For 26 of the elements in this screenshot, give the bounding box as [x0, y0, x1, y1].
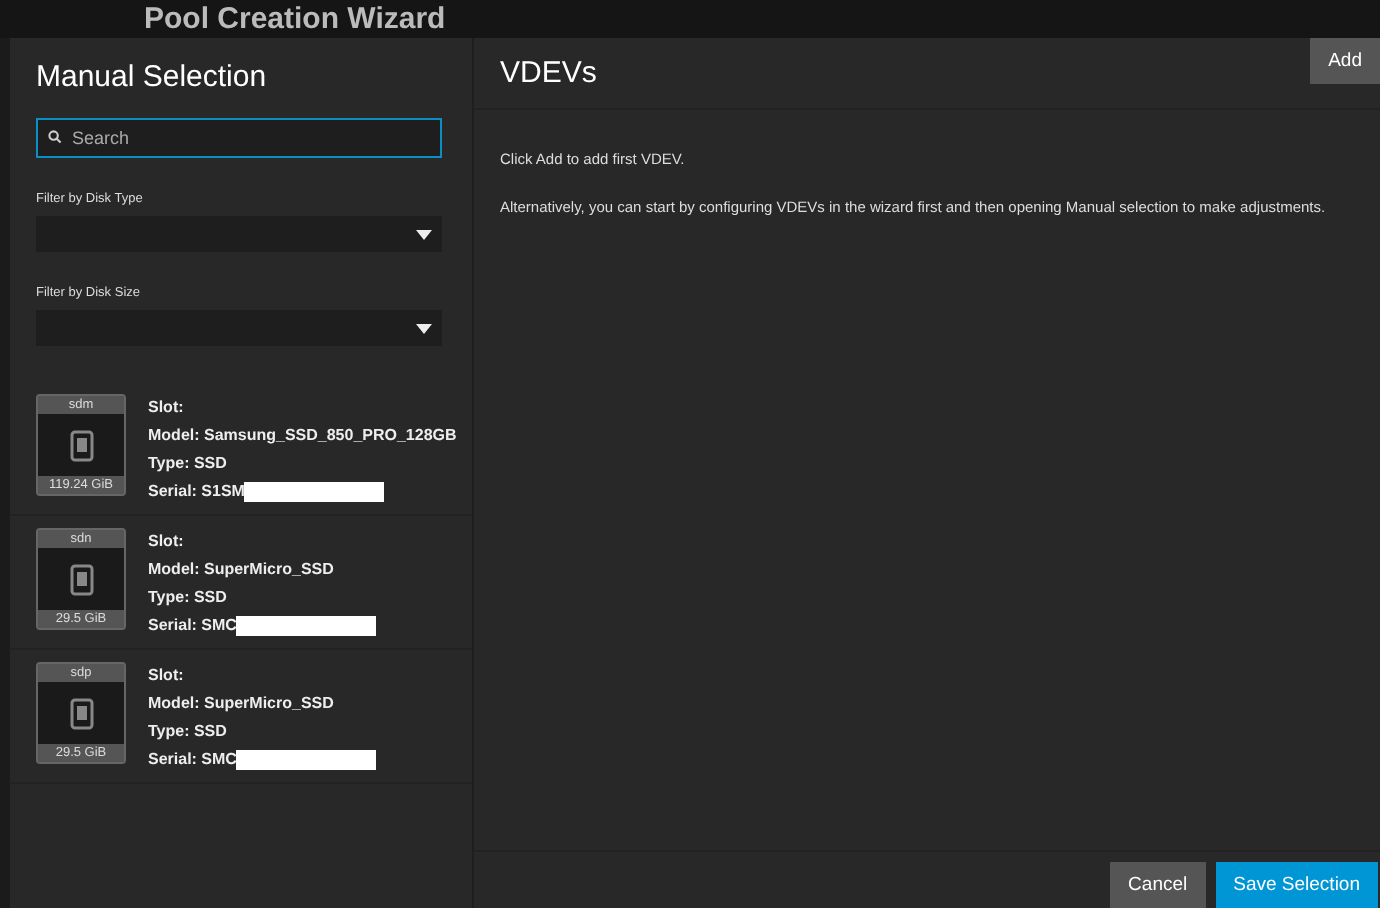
add-button[interactable]: Add: [1310, 38, 1380, 84]
disk-serial: Serial: S1SM: [148, 480, 245, 504]
disk-detail: Type: SSD: [148, 586, 229, 610]
disk-detail: Model: SuperMicro_SSD: [148, 692, 336, 716]
filter-select[interactable]: [36, 216, 442, 252]
drive-icon: [69, 563, 93, 595]
disk-detail: Slot:: [148, 396, 186, 420]
filter-select[interactable]: [36, 310, 442, 346]
page-title: Pool Creation Wizard: [144, 2, 446, 36]
panel-title: VDEVs: [500, 56, 597, 90]
disk-serial: Serial: SMC: [148, 614, 237, 638]
drive-icon: [69, 697, 93, 729]
disk-detail: Type: SSD: [148, 720, 229, 744]
disk-detail: Type: SSD: [148, 452, 229, 476]
search-field[interactable]: Search: [36, 118, 442, 158]
caret-icon: [416, 323, 432, 333]
disk-detail: Slot:: [148, 664, 186, 688]
panel-title: Manual Selection: [36, 60, 269, 94]
disk-serial: Serial: SMC: [148, 748, 237, 772]
disk-detail: Model: Samsung_SSD_850_PRO_128GB: [148, 424, 457, 448]
disk-detail: Model: SuperMicro_SSD: [148, 558, 336, 582]
save-button[interactable]: Save Selection: [1215, 862, 1378, 908]
cancel-button[interactable]: Cancel: [1110, 862, 1206, 908]
drive-icon: [69, 429, 93, 461]
caret-icon: [416, 229, 432, 239]
disk-detail: Slot:: [148, 530, 186, 554]
